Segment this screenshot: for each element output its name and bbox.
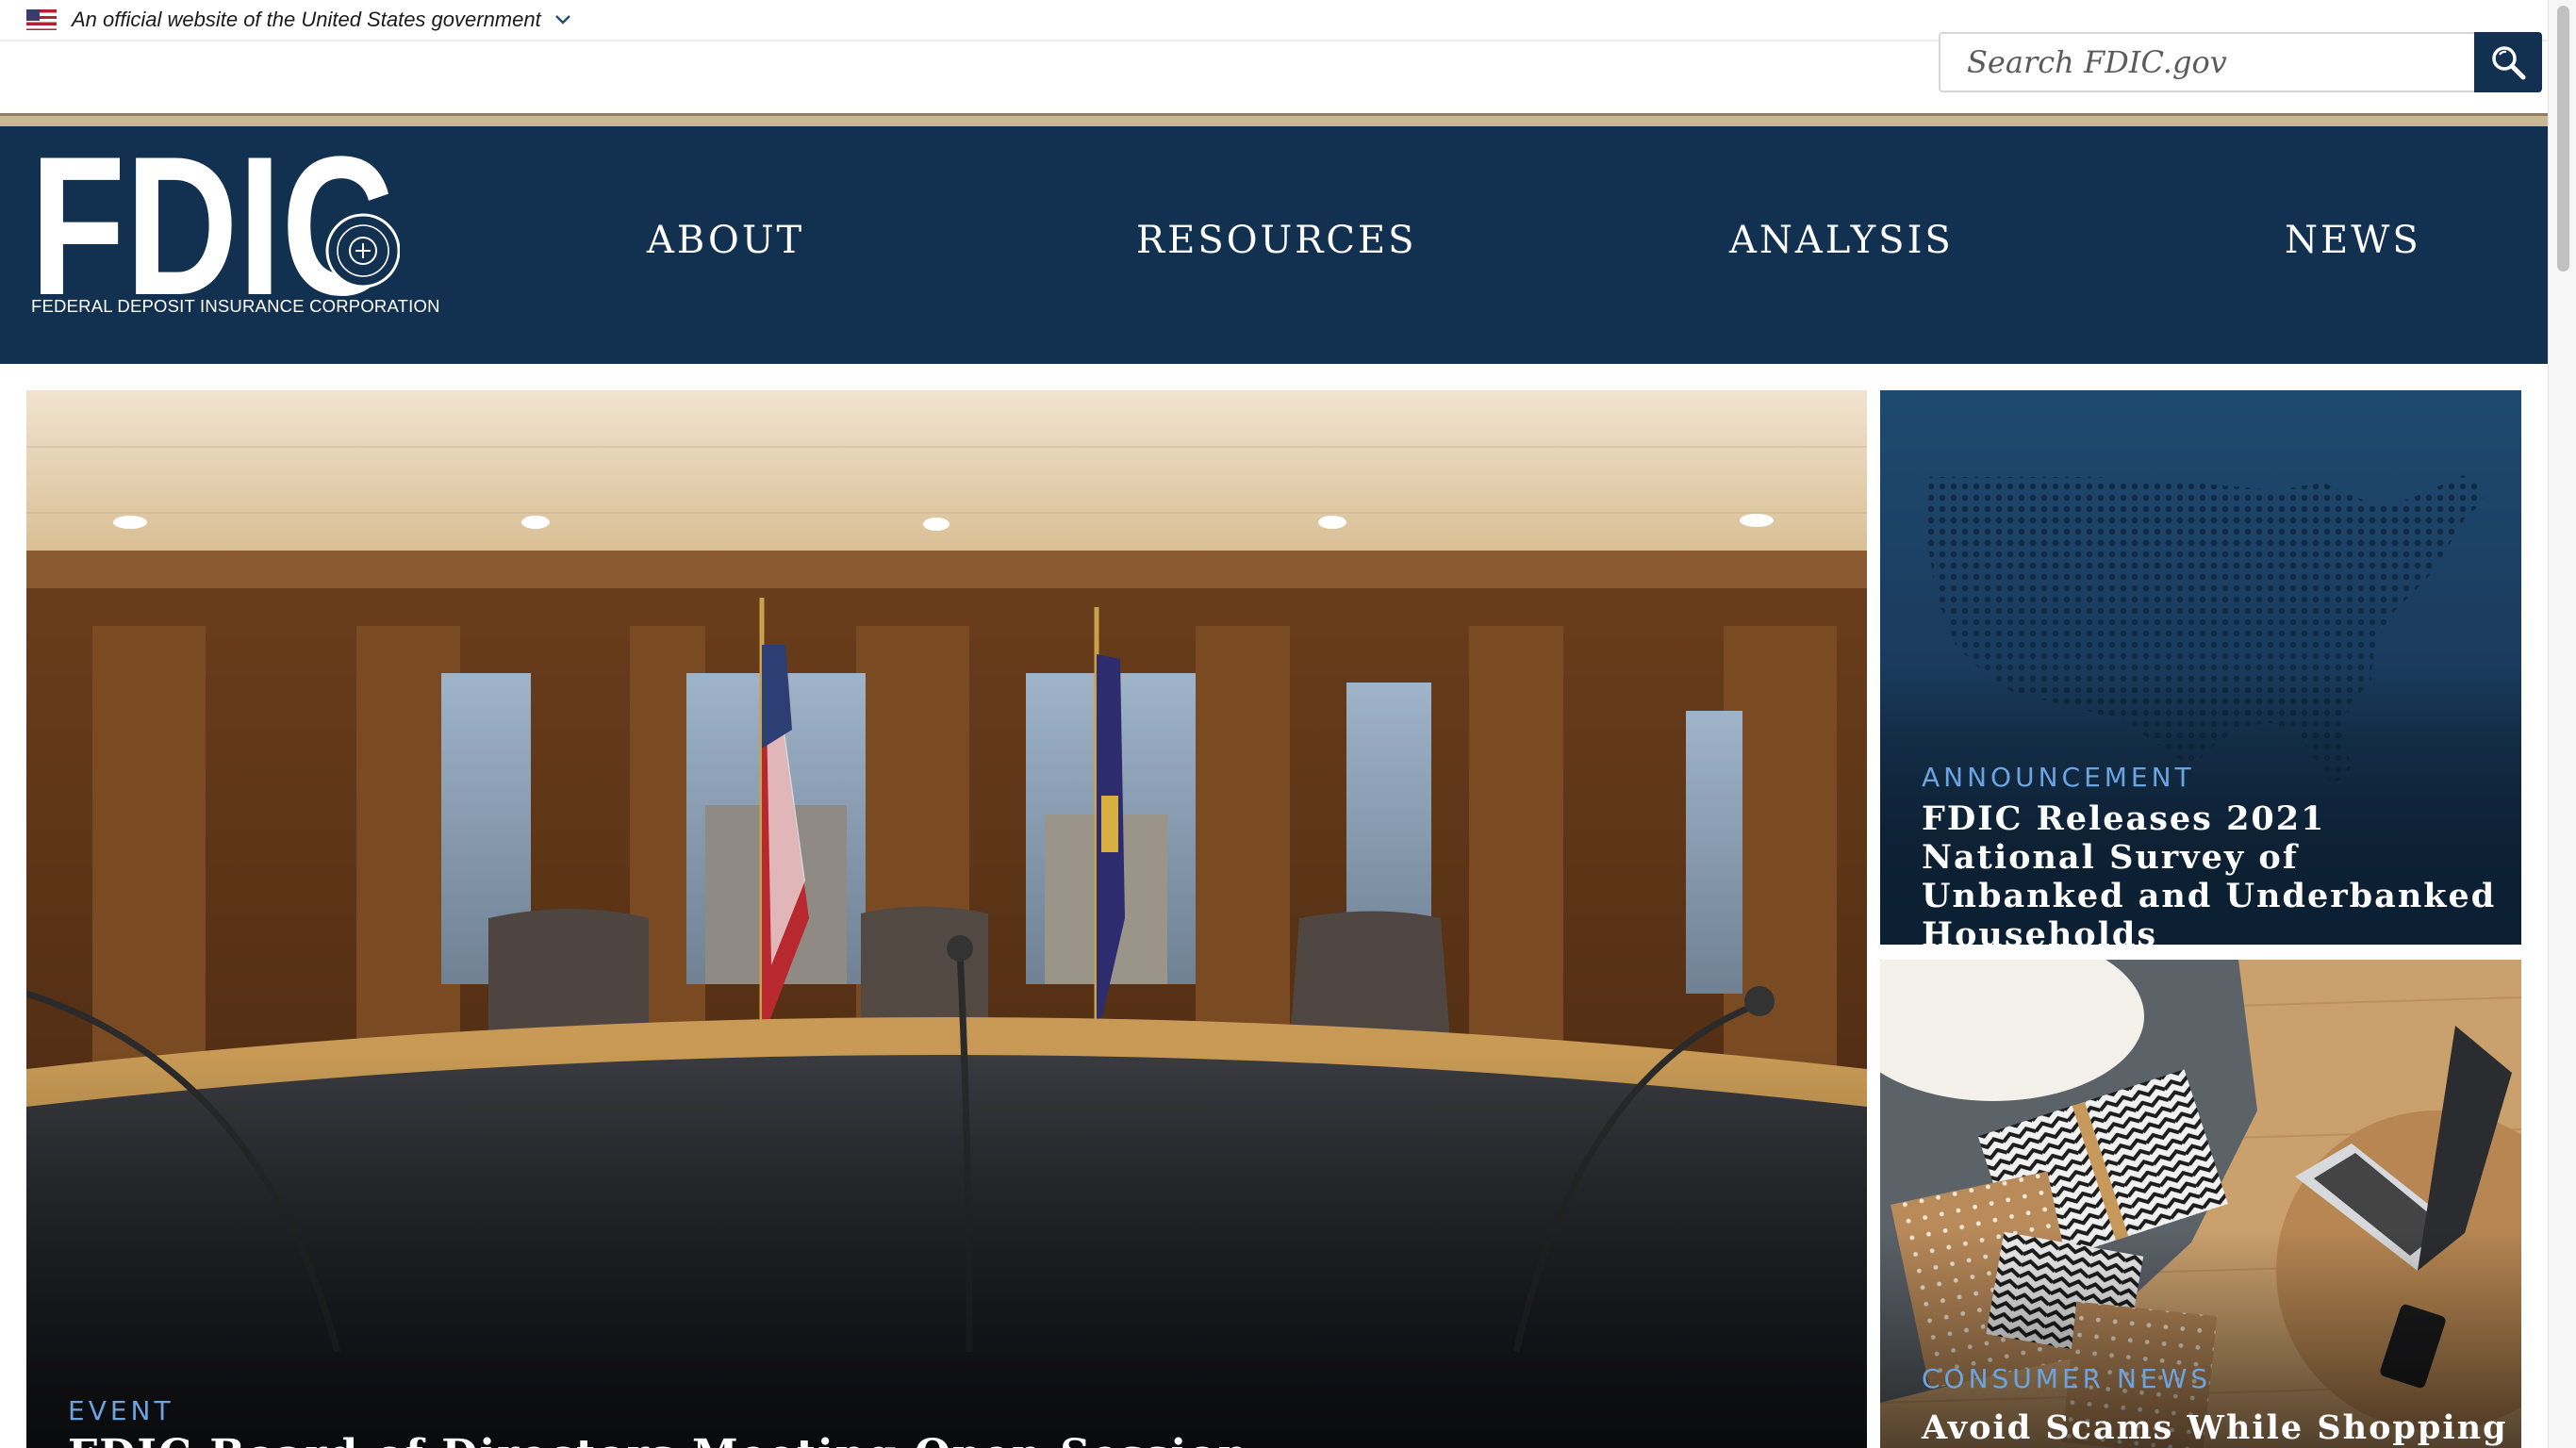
boardroom-image <box>26 390 1867 1448</box>
site-header: FDIC FEDERAL DEPOSIT INSURANCE CORPORATI… <box>0 126 2548 364</box>
page: An official website of the United States… <box>0 0 2576 1448</box>
scrollbar-thumb[interactable] <box>2557 6 2569 272</box>
site-search <box>1939 32 2542 92</box>
gov-banner-text: An official website of the United States… <box>72 8 541 31</box>
hero-feature-card[interactable]: EVENT FDIC Board of Directors Meeting Op… <box>26 390 1867 1448</box>
header-accent-bar <box>0 113 2548 126</box>
nav-analysis[interactable]: ANALYSIS <box>1729 207 1954 273</box>
nav-resources[interactable]: RESOURCES <box>1136 207 1417 273</box>
consumer-news-headline[interactable]: Avoid Scams While Shopping <box>1922 1408 2506 1447</box>
consumer-news-card[interactable]: CONSUMER NEWS Avoid Scams While Shopping <box>1880 960 2521 1448</box>
hero-headline[interactable]: FDIC Board of Directors Meeting Open Ses… <box>68 1431 1765 1448</box>
search-button[interactable] <box>2474 32 2542 92</box>
hero-tag: EVENT <box>68 1395 174 1426</box>
search-icon <box>2492 46 2526 80</box>
announcement-tag: ANNOUNCEMENT <box>1922 762 2195 793</box>
fdic-seal-icon <box>325 213 400 288</box>
nav-news[interactable]: NEWS <box>2285 207 2421 273</box>
announcement-card[interactable]: ANNOUNCEMENT FDIC Releases 2021 National… <box>1880 390 2521 945</box>
search-input[interactable] <box>1939 32 2474 92</box>
chevron-down-icon[interactable] <box>553 9 573 30</box>
logo-subtitle: FEDERAL DEPOSIT INSURANCE CORPORATION <box>31 296 440 316</box>
consumer-news-tag: CONSUMER NEWS <box>1922 1363 2212 1394</box>
nav-about[interactable]: ABOUT <box>647 207 804 273</box>
announcement-headline[interactable]: FDIC Releases 2021 National Survey of Un… <box>1922 799 2506 945</box>
page-scrollbar[interactable] <box>2548 0 2576 1448</box>
us-flag-icon <box>26 9 57 30</box>
